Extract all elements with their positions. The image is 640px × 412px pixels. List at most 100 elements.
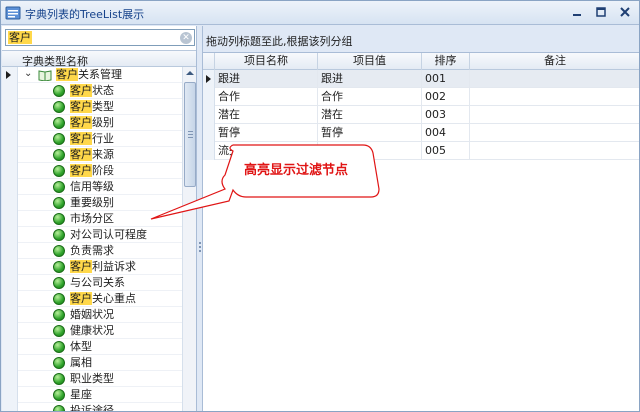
cell-sort[interactable]: 003 (422, 106, 470, 124)
tree-root-node[interactable]: ⌄ 客户关系管理 (2, 67, 182, 83)
tree-node-label: 健康状况 (70, 324, 114, 337)
cell-value[interactable]: 潜在 (318, 106, 422, 124)
row-indicator (2, 291, 18, 307)
splitter-grip-icon (199, 242, 201, 252)
row-indicator (2, 355, 18, 371)
tree-node[interactable]: 婚姻状况 (2, 307, 182, 323)
tree-node[interactable]: 市场分区 (2, 211, 182, 227)
tree-node-label: 婚姻状况 (70, 308, 114, 321)
node-circle-icon (53, 229, 65, 241)
column-header-name[interactable]: 项目名称 (215, 53, 318, 70)
row-indicator (2, 67, 18, 83)
tree-node[interactable]: 对公司认可程度 (2, 227, 182, 243)
cell-sort[interactable]: 005 (422, 142, 470, 160)
table-row[interactable]: 合作 合作 002 (203, 88, 639, 106)
cell-value[interactable]: 跟进 (318, 70, 422, 88)
tree-node[interactable]: 投诉途径 (2, 403, 182, 411)
tree-node-label: 客户级别 (70, 116, 114, 129)
node-circle-icon (53, 213, 65, 225)
tree-node[interactable]: 信用等级 (2, 179, 182, 195)
column-header-notes[interactable]: 备注 (470, 53, 639, 70)
tree-node[interactable]: 健康状况 (2, 323, 182, 339)
cell-name[interactable]: 跟进 (215, 70, 318, 88)
tree-node[interactable]: 体型 (2, 339, 182, 355)
tree-node[interactable]: 职业类型 (2, 371, 182, 387)
row-indicator (2, 403, 18, 411)
row-indicator (203, 88, 215, 106)
group-by-panel[interactable]: 拖动列标题至此,根据该列分组 (203, 26, 639, 53)
node-circle-icon (53, 117, 65, 129)
tree-node-label: 客户行业 (70, 132, 114, 145)
annotation-text: 高亮显示过滤节点 (243, 163, 348, 178)
row-indicator (2, 307, 18, 323)
row-indicator (2, 275, 18, 291)
tree-node[interactable]: 客户级别 (2, 115, 182, 131)
clear-filter-icon[interactable]: ✕ (180, 32, 192, 44)
main-window: 字典列表的TreeList展示 客户 ✕ 字典类型名称 ⌄ 客户关系管理 客户状… (0, 0, 640, 412)
tree-node[interactable]: 客户类型 (2, 99, 182, 115)
table-row[interactable]: 流失 流失 005 (203, 142, 639, 160)
node-circle-icon (53, 341, 65, 353)
tree-node[interactable]: 客户关心重点 (2, 291, 182, 307)
close-button[interactable] (617, 5, 633, 19)
tree-node[interactable]: 客户状态 (2, 83, 182, 99)
cell-name[interactable]: 暂停 (215, 124, 318, 142)
tree-node[interactable]: 属相 (2, 355, 182, 371)
current-row-arrow-icon (206, 75, 211, 83)
tree-node[interactable]: 与公司关系 (2, 275, 182, 291)
filter-input[interactable]: 客户 ✕ (5, 29, 195, 46)
tree-node-label: 对公司认可程度 (70, 228, 147, 241)
cell-name[interactable]: 合作 (215, 88, 318, 106)
tree-node[interactable]: 客户阶段 (2, 163, 182, 179)
tree-node[interactable]: 星座 (2, 387, 182, 403)
row-indicator (2, 163, 18, 179)
minimize-button[interactable] (569, 5, 585, 19)
row-indicator (2, 211, 18, 227)
title-bar[interactable]: 字典列表的TreeList展示 (1, 1, 639, 25)
cell-value[interactable]: 流失 (318, 142, 422, 160)
collapse-chevron-icon[interactable]: ⌄ (24, 68, 32, 79)
tree-node[interactable]: 客户利益诉求 (2, 259, 182, 275)
tree-list: ⌄ 客户关系管理 客户状态 客户类型 客户级别 客户行业 客户来源 客户阶段 信… (2, 67, 182, 411)
tree-vertical-scrollbar[interactable] (182, 67, 196, 411)
node-circle-icon (53, 293, 65, 305)
tree-node-label: 职业类型 (70, 372, 114, 385)
column-header-value[interactable]: 项目值 (318, 53, 422, 70)
cell-value[interactable]: 合作 (318, 88, 422, 106)
scroll-thumb[interactable] (184, 82, 196, 187)
tree-node-label: 与公司关系 (70, 276, 125, 289)
row-indicator (2, 387, 18, 403)
tree-node[interactable]: 负责需求 (2, 243, 182, 259)
tree-node[interactable]: 重要级别 (2, 195, 182, 211)
cell-sort[interactable]: 004 (422, 124, 470, 142)
tree-column-header[interactable]: 字典类型名称 (2, 50, 196, 68)
tree-node-label: 客户状态 (70, 84, 114, 97)
node-circle-icon (53, 357, 65, 369)
close-icon (620, 7, 630, 17)
tree-node-label: 客户利益诉求 (70, 260, 136, 273)
table-row[interactable]: 潜在 潜在 003 (203, 106, 639, 124)
node-circle-icon (53, 325, 65, 337)
tree-root-label: 客户关系管理 (56, 68, 122, 81)
grid-body: 跟进 跟进 001 合作 合作 002 潜在 潜在 003 暂停 暂停 004 (203, 70, 639, 411)
tree-node[interactable]: 客户来源 (2, 147, 182, 163)
row-indicator (2, 99, 18, 115)
scroll-up-arrow-icon[interactable] (186, 71, 194, 75)
grip-icon (188, 131, 193, 138)
table-row[interactable]: 跟进 跟进 001 (203, 70, 639, 88)
cell-value[interactable]: 暂停 (318, 124, 422, 142)
row-indicator (2, 259, 18, 275)
node-circle-icon (53, 245, 65, 257)
cell-sort[interactable]: 002 (422, 88, 470, 106)
row-indicator (203, 70, 215, 88)
cell-name[interactable]: 流失 (215, 142, 318, 160)
maximize-button[interactable] (593, 5, 609, 19)
tree-node-label: 星座 (70, 388, 92, 401)
tree-node[interactable]: 客户行业 (2, 131, 182, 147)
cell-sort[interactable]: 001 (422, 70, 470, 88)
minimize-icon (573, 14, 581, 16)
table-row[interactable]: 暂停 暂停 004 (203, 124, 639, 142)
cell-name[interactable]: 潜在 (215, 106, 318, 124)
row-indicator (2, 227, 18, 243)
column-header-sort[interactable]: 排序 (422, 53, 470, 70)
